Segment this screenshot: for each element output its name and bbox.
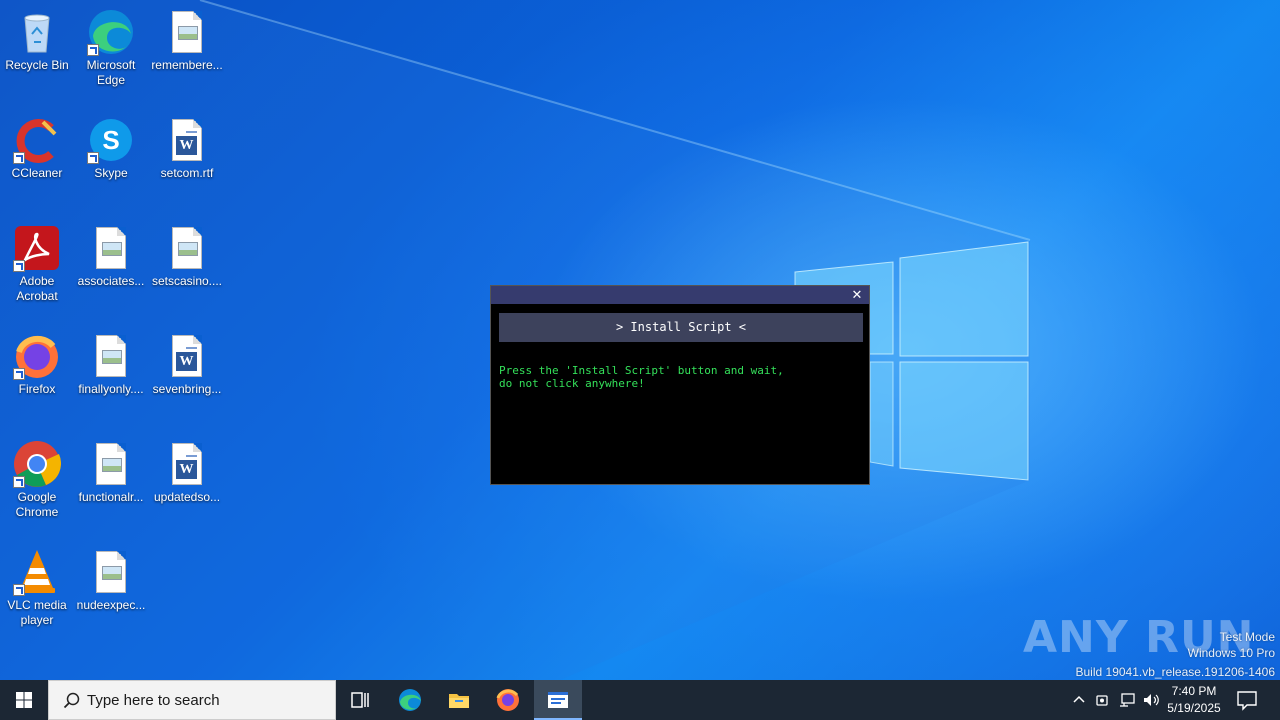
word-file-icon: W — [163, 440, 211, 488]
test-mode-text: Test Mode — [1219, 630, 1275, 644]
desktop-icon-sevenbring[interactable]: W sevenbring... — [151, 326, 223, 397]
task-view-icon — [351, 692, 369, 708]
system-clock[interactable]: 7:40 PM 5/19/2025 — [1164, 683, 1224, 717]
network-icon[interactable] — [1118, 691, 1136, 709]
image-file-icon — [87, 224, 135, 272]
edge-icon — [399, 689, 421, 711]
desktop-icon-finallyonly[interactable]: finallyonly.... — [75, 326, 147, 397]
shortcut-arrow-icon — [13, 584, 25, 596]
meet-now-icon[interactable] — [1094, 691, 1112, 709]
notification-icon — [1237, 691, 1257, 711]
icon-label: setscasino.... — [151, 274, 223, 288]
desktop-icon-recycle-bin[interactable]: Recycle Bin — [1, 2, 73, 73]
message-line: Press the 'Install Script' button and wa… — [499, 364, 784, 377]
shortcut-arrow-icon — [13, 476, 25, 488]
word-file-icon: W — [163, 332, 211, 380]
desktop-icon-setscasino[interactable]: setscasino.... — [151, 218, 223, 289]
image-file-icon — [87, 548, 135, 596]
desktop-icon-nudeexpec[interactable]: nudeexpec... — [75, 542, 147, 613]
firefox-icon — [496, 689, 519, 711]
icon-label: Adobe Acrobat — [16, 274, 58, 303]
desktop-icon-google-chrome[interactable]: Google Chrome — [1, 434, 73, 520]
build-text: Build 19041.vb_release.191206-1406 — [1075, 665, 1276, 679]
desktop-icon-associates[interactable]: associates... — [75, 218, 147, 289]
message-line: do not click anywhere! — [499, 377, 645, 390]
icon-label: Firefox — [18, 382, 56, 396]
icon-label: Skype — [94, 166, 128, 180]
watermark: ANY RUN Test Mode Windows 10 Pro Build 1… — [1015, 610, 1275, 680]
start-button[interactable] — [0, 680, 48, 720]
window-titlebar[interactable]: ✕ — [491, 286, 869, 304]
taskbar-search-box[interactable] — [48, 680, 336, 720]
windows-logo-icon — [16, 692, 32, 708]
search-input[interactable] — [87, 681, 327, 719]
desktop-icon-ccleaner[interactable]: CCleaner — [1, 110, 73, 181]
icon-label: nudeexpec... — [76, 598, 146, 612]
shortcut-arrow-icon — [87, 152, 99, 164]
icon-label: Google Chrome — [15, 490, 59, 519]
desktop-icon-remembere[interactable]: remembere... — [151, 2, 223, 73]
clock-time: 7:40 PM — [1171, 684, 1217, 698]
search-icon — [63, 692, 80, 709]
icon-label: associates... — [77, 274, 145, 288]
icon-label: Recycle Bin — [5, 58, 69, 72]
shortcut-arrow-icon — [87, 44, 99, 56]
desktop-icon-microsoft-edge[interactable]: Microsoft Edge — [75, 2, 147, 88]
icon-label: finallyonly.... — [78, 382, 144, 396]
shortcut-arrow-icon — [13, 368, 25, 380]
word-file-icon: W — [163, 116, 211, 164]
install-script-window: ✕ > Install Script < Press the 'Install … — [490, 285, 870, 485]
image-file-icon — [163, 8, 211, 56]
icon-label: updatedso... — [153, 490, 221, 504]
shortcut-arrow-icon — [13, 260, 25, 272]
icon-label: remembere... — [151, 58, 223, 72]
taskbar: 7:40 PM 5/19/2025 — [0, 680, 1280, 720]
image-file-icon — [163, 224, 211, 272]
action-center-button[interactable] — [1234, 688, 1260, 712]
install-script-button[interactable]: > Install Script < — [499, 313, 863, 342]
taskbar-active-app-button[interactable] — [534, 680, 582, 720]
app-window-icon — [548, 692, 568, 708]
desktop-icon-firefox[interactable]: Firefox — [1, 326, 73, 397]
icon-label: functionalr... — [78, 490, 144, 504]
desktop: Recycle Bin CCleaner Adobe Acrobat Firef… — [0, 0, 1280, 680]
icon-label: CCleaner — [11, 166, 63, 180]
desktop-icon-functionalr[interactable]: functionalr... — [75, 434, 147, 505]
desktop-icon-skype[interactable]: S Skype — [75, 110, 147, 181]
desktop-icon-setcom-rtf[interactable]: W setcom.rtf — [151, 110, 223, 181]
desktop-icon-updatedso[interactable]: W updatedso... — [151, 434, 223, 505]
image-file-icon — [87, 332, 135, 380]
recycle-bin-icon — [13, 8, 61, 56]
icon-label: VLC media player — [7, 598, 67, 627]
taskbar-edge-button[interactable] — [386, 680, 434, 720]
windows-edition-text: Windows 10 Pro — [1187, 646, 1275, 660]
chrome-icon — [13, 440, 62, 488]
show-hidden-icons-chevron-icon[interactable] — [1070, 691, 1088, 709]
icon-label: sevenbring... — [152, 382, 222, 396]
shortcut-arrow-icon — [13, 152, 25, 164]
task-view-button[interactable] — [336, 680, 384, 720]
skype-icon: S — [87, 116, 135, 164]
image-file-icon — [87, 440, 135, 488]
icon-label: setcom.rtf — [160, 166, 214, 180]
ccleaner-icon — [13, 116, 61, 164]
acrobat-icon — [13, 224, 61, 272]
close-button[interactable]: ✕ — [849, 287, 865, 303]
icon-label: Microsoft Edge — [86, 58, 136, 87]
taskbar-file-explorer-button[interactable] — [435, 680, 483, 720]
edge-icon — [87, 8, 135, 56]
file-explorer-icon — [449, 694, 469, 708]
instruction-message: Press the 'Install Script' button and wa… — [499, 364, 784, 390]
vlc-icon — [13, 548, 61, 596]
desktop-icon-adobe-acrobat[interactable]: Adobe Acrobat — [1, 218, 73, 304]
clock-date: 5/19/2025 — [1167, 701, 1221, 715]
volume-icon[interactable] — [1142, 691, 1160, 709]
firefox-icon — [13, 332, 61, 380]
desktop-icon-vlc[interactable]: VLC media player — [1, 542, 73, 628]
svg-text:S: S — [102, 125, 119, 155]
taskbar-firefox-button[interactable] — [484, 680, 532, 720]
